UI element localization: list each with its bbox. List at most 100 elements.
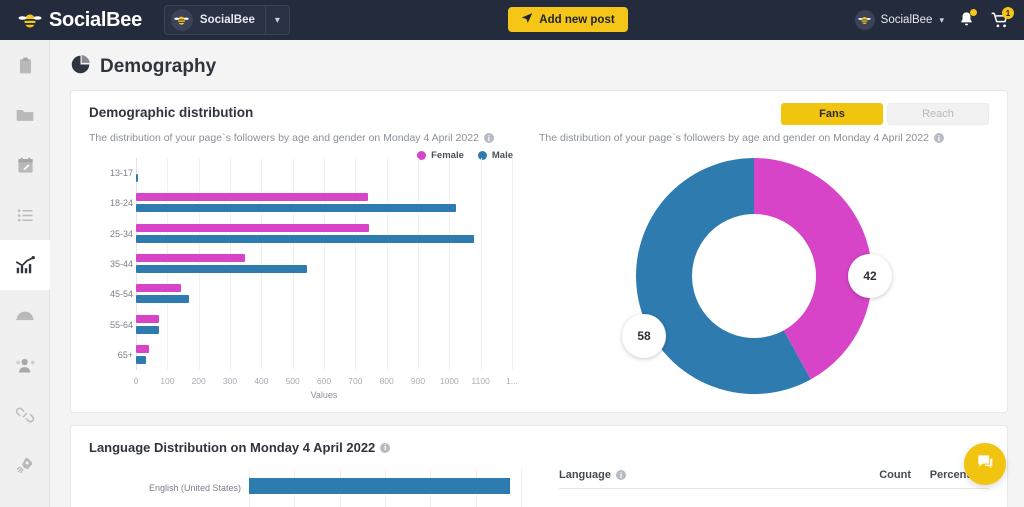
x-axis-tick: 100 [160, 376, 175, 386]
grid-line [521, 469, 522, 507]
app-root: SocialBee SocialBee ▾ Add new post Socia… [0, 0, 1024, 507]
brand-logo-group[interactable]: SocialBee [18, 9, 142, 32]
user-avatar [854, 10, 875, 30]
x-axis-tick: 0 [133, 376, 139, 386]
sidebar-item-analytics[interactable] [0, 240, 50, 290]
sidebar-item-links[interactable] [0, 390, 50, 440]
bar-male-35-44[interactable] [136, 265, 307, 273]
column-header-count: Count [879, 469, 911, 481]
tab-fans-label: Fans [819, 108, 845, 120]
info-icon[interactable]: i [483, 133, 494, 143]
cart-badge: 1 [1002, 7, 1014, 19]
y-axis-category-label: 45-54 [109, 289, 133, 300]
brand-name: SocialBee [49, 8, 142, 31]
account-avatar [170, 9, 193, 31]
donut-label-male: 58 [622, 314, 666, 358]
grid-line [136, 158, 137, 370]
bar-male-45-54[interactable] [136, 295, 190, 304]
donut-chart-column: The distribution of your page`s follower… [539, 120, 989, 402]
dome-icon [16, 311, 34, 321]
language-table-header-row: Language i Count Percentage [559, 469, 989, 489]
notifications-button[interactable] [957, 9, 977, 30]
grid-line [198, 158, 200, 370]
sidebar-item-content[interactable] [0, 40, 50, 90]
language-plot [249, 469, 522, 507]
y-axis-category-label: 25-34 [109, 228, 133, 239]
chevron-down-icon[interactable]: ▾ [266, 15, 289, 26]
y-axis-category-label: 18-24 [109, 198, 133, 209]
bar-male-13-17[interactable] [136, 174, 138, 183]
rocket-icon [16, 457, 33, 474]
info-icon[interactable]: i [615, 470, 626, 480]
column-header-language-label: Language [559, 469, 611, 481]
user-menu[interactable]: SocialBee ▾ [854, 10, 944, 30]
language-bar-chart: English (United States) [89, 469, 549, 507]
language-card-title: Language Distribution on Monday 4 April … [89, 440, 989, 455]
chevron-down-icon[interactable]: ▾ [939, 15, 944, 26]
chat-support-button[interactable] [964, 443, 1006, 485]
bee-logo-icon [18, 11, 42, 29]
info-icon[interactable]: i [380, 442, 391, 453]
analytics-icon [15, 256, 35, 274]
x-axis-tick: 1... [506, 376, 518, 386]
right-subtitle-text: The distribution of your page`s follower… [539, 132, 929, 144]
sidebar-item-queue[interactable] [0, 190, 50, 240]
bar-male-65+[interactable] [136, 355, 147, 364]
charts-split: The distribution of your page`s follower… [89, 120, 989, 402]
x-axis-tick: 1100 [471, 376, 490, 386]
x-axis-tick: 800 [379, 376, 394, 386]
clipboard-icon [19, 57, 31, 73]
column-header-language: Language i [559, 469, 851, 481]
bar-female-55-64[interactable] [136, 314, 159, 323]
link-icon [15, 407, 35, 423]
folder-icon [16, 110, 34, 121]
language-bar[interactable] [249, 478, 511, 494]
sidebar-item-boost[interactable] [0, 440, 50, 490]
grid-line [418, 158, 419, 370]
x-axis-tick: 1000 [439, 376, 459, 386]
demographic-bar-chart: Female Male 0 100 200 300 400 500 600 700 800 900 1… [89, 150, 519, 400]
account-switcher[interactable]: SocialBee ▾ [163, 5, 290, 35]
bar-female-45-54[interactable] [136, 284, 181, 293]
bar-chart-plot [136, 158, 513, 370]
grid-line [355, 158, 357, 370]
x-axis-tick: 200 [191, 376, 206, 386]
sidebar-item-concierge[interactable] [0, 290, 50, 340]
left-subtitle-text: The distribution of your page`s follower… [89, 132, 479, 144]
bar-chart-column: The distribution of your page`s follower… [89, 120, 539, 402]
grid-line [386, 158, 388, 370]
bar-female-65+[interactable] [136, 344, 149, 353]
sidebar-item-categories[interactable] [0, 90, 50, 140]
tab-reach-label: Reach [922, 108, 954, 120]
main-content: Demography Demographic distribution Fans… [50, 40, 1024, 507]
sidebar [0, 40, 50, 507]
sidebar-item-audience[interactable] [0, 340, 50, 390]
page-header: Demography [50, 40, 1024, 90]
x-axis-tick: 500 [285, 376, 300, 386]
donut-svg [636, 158, 872, 394]
grid-line [480, 158, 482, 370]
bar-female-35-44[interactable] [136, 254, 246, 262]
bar-male-25-34[interactable] [136, 234, 475, 243]
bar-male-18-24[interactable] [136, 204, 456, 213]
grid-line [512, 158, 513, 370]
left-subtitle: The distribution of your page`s follower… [89, 132, 539, 144]
top-bar-right: SocialBee ▾ 1 [854, 0, 1014, 40]
bar-male-55-64[interactable] [136, 325, 159, 334]
grid-line [261, 158, 263, 370]
bar-female-25-34[interactable] [136, 223, 370, 232]
pie-chart-icon [70, 54, 91, 80]
x-axis-title: Values [310, 390, 338, 400]
account-name: SocialBee [199, 14, 255, 26]
language-split: English (United States) Language i Count… [89, 469, 989, 507]
add-new-post-button[interactable]: Add new post [508, 7, 628, 32]
y-axis-category-label: 55-64 [109, 319, 133, 330]
info-icon[interactable]: i [933, 133, 944, 143]
grid-line [167, 158, 169, 370]
cart-button[interactable]: 1 [990, 7, 1014, 30]
language-card-title-text: Language Distribution on Monday 4 April … [89, 440, 376, 455]
language-bar-label: English (United States) [148, 483, 241, 493]
audience-icon [15, 358, 35, 372]
sidebar-item-schedule[interactable] [0, 140, 50, 190]
bar-female-18-24[interactable] [136, 193, 368, 202]
